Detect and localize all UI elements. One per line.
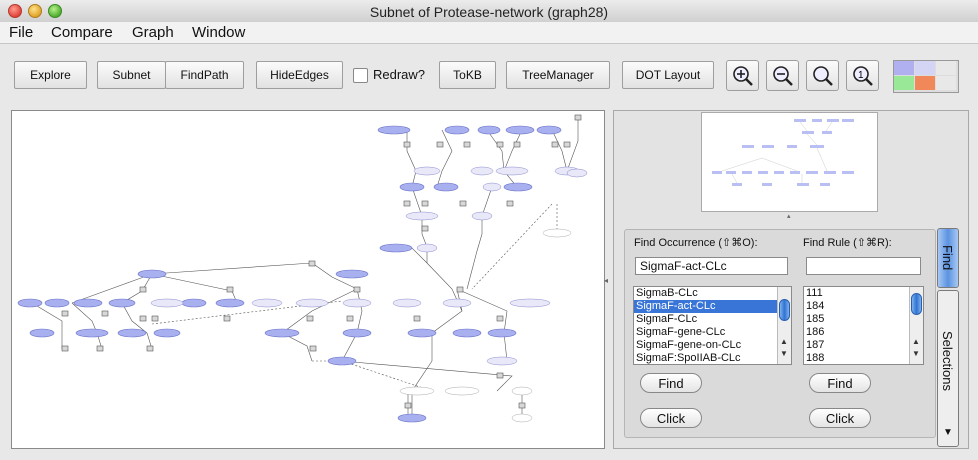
treemanager-button[interactable]: TreeManager (506, 61, 610, 89)
svg-text:1: 1 (858, 70, 864, 81)
list-item[interactable]: SigmaF-gene-CLc (634, 326, 791, 339)
menu-graph[interactable]: Graph (132, 24, 174, 41)
palette-swatch[interactable] (894, 61, 914, 75)
graph-overview[interactable] (701, 112, 878, 212)
find-occurrence-button[interactable]: Find (640, 373, 702, 393)
rule-search-input[interactable] (806, 257, 921, 275)
list-item[interactable]: SigmaF:SpoIIAB-CLc (634, 352, 791, 364)
click-rule-button[interactable]: Click (809, 408, 871, 428)
color-palette (893, 60, 959, 93)
list-item[interactable]: SigmaF-act-CLc (634, 300, 791, 313)
list-item[interactable]: 186 (804, 326, 923, 339)
menu-window[interactable]: Window (192, 24, 245, 41)
palette-swatch[interactable] (936, 61, 956, 75)
zoom-in-icon (733, 66, 753, 86)
occurrence-list[interactable]: SigmaB-CLc SigmaF-act-CLc SigmaF-CLc Sig… (633, 286, 792, 365)
scroll-up-icon[interactable]: ▲ (912, 337, 920, 346)
click-occurrence-button[interactable]: Click (640, 408, 702, 428)
network-graph (17, 114, 588, 423)
rule-list[interactable]: 111 184 185 186 187 188 ▲ ▼ (803, 286, 924, 365)
tabs-overflow-down-icon[interactable]: ▼ (943, 427, 953, 438)
rule-scrollbar[interactable]: ▲ ▼ (909, 287, 923, 364)
list-item[interactable]: 187 (804, 339, 923, 352)
findpath-button[interactable]: FindPath (165, 61, 244, 89)
graph-canvas[interactable] (11, 110, 605, 449)
list-item[interactable]: SigmaB-CLc (634, 287, 791, 300)
zoom-fit-button[interactable] (806, 60, 839, 91)
list-item[interactable]: 188 (804, 352, 923, 364)
tab-find[interactable]: Find (937, 228, 959, 288)
tokb-button[interactable]: ToKB (439, 61, 496, 89)
tab-find-label: Find (940, 245, 955, 271)
hideedges-button[interactable]: HideEdges (256, 61, 343, 89)
list-item[interactable]: 184 (804, 300, 923, 313)
zoom-reset-icon: 1 (853, 66, 873, 86)
zoom-out-button[interactable] (766, 60, 799, 91)
menu-compare[interactable]: Compare (51, 24, 113, 41)
list-item[interactable]: 111 (804, 287, 923, 300)
zoom-in-button[interactable] (726, 60, 759, 91)
redraw-checkbox[interactable] (353, 68, 368, 83)
scroll-down-icon[interactable]: ▼ (780, 349, 788, 358)
palette-swatch[interactable] (936, 76, 956, 90)
occurrence-search-input[interactable]: SigmaF-act-CLc (635, 257, 788, 275)
redraw-label: Redraw? (373, 67, 426, 82)
palette-swatch[interactable] (915, 61, 935, 75)
menu-file[interactable]: File (9, 24, 33, 41)
splitter-arrow[interactable]: ◂ (604, 276, 608, 285)
menu-bar: File Compare Graph Window (0, 22, 978, 44)
window-title: Subnet of Protease-network (graph28) (369, 4, 609, 20)
explore-button[interactable]: Explore (14, 61, 87, 89)
overview-resize-handle[interactable]: ▴ (787, 212, 791, 220)
title-bar: Subnet of Protease-network (graph28) (0, 0, 978, 23)
zoom-fit-icon (813, 66, 833, 86)
palette-swatch[interactable] (915, 76, 935, 90)
scroll-thumb[interactable] (779, 299, 790, 321)
list-item[interactable]: 185 (804, 313, 923, 326)
list-item[interactable]: SigmaF-CLc (634, 313, 791, 326)
list-item[interactable]: SigmaF-gene-on-CLc (634, 339, 791, 352)
scroll-down-icon[interactable]: ▼ (912, 349, 920, 358)
find-rule-label: Find Rule (⇧⌘R): (803, 237, 892, 249)
dot-layout-button[interactable]: DOT Layout (622, 61, 714, 89)
zoom-reset-button[interactable]: 1 (846, 60, 879, 91)
find-rule-button[interactable]: Find (809, 373, 871, 393)
subnet-button[interactable]: Subnet (97, 61, 166, 89)
find-occurrence-label: Find Occurrence (⇧⌘O): (634, 237, 758, 249)
occurrence-scrollbar[interactable]: ▲ ▼ (777, 287, 791, 364)
scroll-up-icon[interactable]: ▲ (780, 337, 788, 346)
palette-swatch[interactable] (894, 76, 914, 90)
tab-selections-label: Selections (940, 331, 955, 391)
scroll-thumb[interactable] (911, 293, 922, 315)
tab-selections[interactable]: Selections ▼ (937, 290, 959, 447)
overview-thumbnail (712, 119, 854, 186)
zoom-out-icon (773, 66, 793, 86)
